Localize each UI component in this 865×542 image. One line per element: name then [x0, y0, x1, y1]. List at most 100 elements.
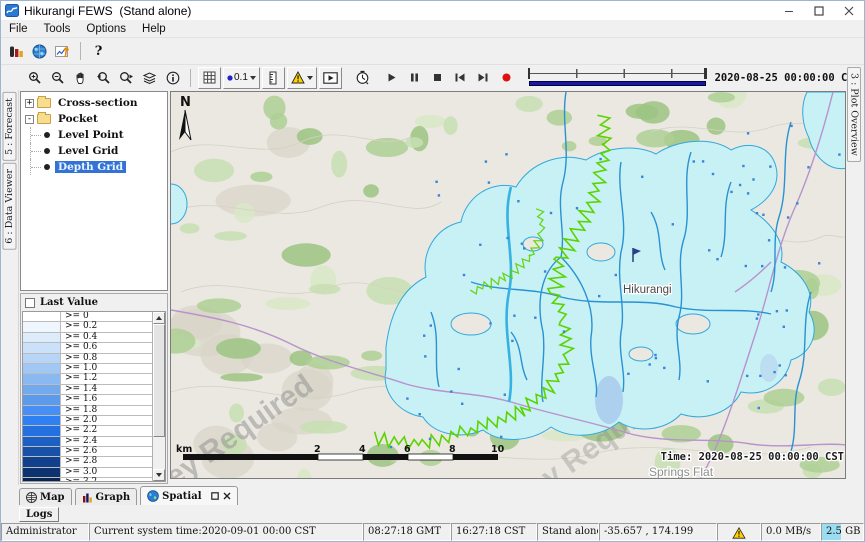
legend-color-swatch [23, 406, 61, 415]
skip-to-start-button[interactable] [449, 67, 472, 89]
scale-tick: 2 [314, 444, 321, 455]
tab-spatial[interactable]: Spatial [140, 486, 237, 505]
tab-data-viewer[interactable]: 6 : Data Viewer [3, 163, 17, 250]
timeline-end-handle[interactable] [704, 68, 707, 79]
time-step-clock-icon[interactable] [351, 67, 374, 89]
main-area: 5 : Forecast 6 : Data Viewer + Cross-sec… [1, 90, 864, 485]
tab-plot-overview[interactable]: 3 : Plot Overview [847, 67, 861, 162]
minimize-button[interactable] [774, 1, 804, 20]
toolbar-separator [190, 69, 191, 87]
legend-color-swatch [23, 312, 61, 321]
status-user: Administrator [1, 523, 89, 541]
warning-triangle-icon [291, 71, 305, 84]
legend-color-swatch [23, 468, 61, 477]
legend-color-swatch [23, 426, 61, 435]
threshold-dropdown[interactable]: 0.1 [223, 67, 260, 89]
scroll-track[interactable] [153, 324, 165, 469]
map-toolbar: 0.1 [1, 64, 864, 90]
tree-node-label: Cross-section [55, 97, 141, 109]
logs-button[interactable]: Logs [19, 507, 59, 522]
menu-file[interactable]: File [1, 21, 36, 37]
animation-display-button[interactable] [319, 67, 342, 89]
info-icon[interactable] [161, 67, 184, 89]
zoom-next-icon[interactable] [115, 67, 138, 89]
legend-row-label: >= 1.2 [61, 374, 97, 383]
statusbar: Administrator Current system time:2020-0… [1, 523, 864, 541]
last-value-checkbox[interactable] [25, 298, 35, 308]
app-logo-icon [5, 4, 19, 17]
play-button[interactable] [380, 67, 403, 89]
menu-help[interactable]: Help [134, 21, 174, 37]
map-globe-icon[interactable] [28, 40, 51, 62]
timeline-range-bar[interactable] [529, 81, 706, 86]
legend-color-swatch [23, 333, 61, 342]
globe-icon [26, 492, 37, 503]
map-canvas[interactable]: API Key Required API Key Required [170, 91, 846, 479]
collapse-icon[interactable]: - [25, 115, 34, 124]
close-button[interactable] [834, 1, 864, 20]
tab-graph[interactable]: Graph [75, 488, 138, 505]
right-tab-strip: 3 : Plot Overview [846, 90, 864, 485]
tree-node-label: Level Point [55, 129, 127, 141]
legend-row-label: >= 3.0 [61, 468, 97, 477]
record-button[interactable] [495, 67, 518, 89]
zoom-out-icon[interactable] [46, 67, 69, 89]
menubar: File Tools Options Help [1, 20, 864, 38]
status-local-time: 16:27:18 CST [451, 523, 537, 541]
tree-node-label: Level Grid [55, 145, 121, 157]
status-gmt-time: 08:27:18 GMT [363, 523, 451, 541]
tree-node-label: Depth Grid [55, 161, 126, 173]
warning-triangle-icon [732, 527, 746, 539]
tab-forecast[interactable]: 5 : Forecast [3, 92, 17, 161]
stop-button[interactable] [426, 67, 449, 89]
legend-scrollbar[interactable] [152, 312, 165, 481]
status-net-speed: 0.0 MB/s [761, 523, 821, 541]
legend-header: Last Value [21, 294, 167, 311]
scale-ruler-button[interactable] [262, 67, 285, 89]
toolbar-separator [80, 42, 81, 60]
tab-spatial-label: Spatial [162, 491, 201, 502]
pan-hand-icon[interactable] [69, 67, 92, 89]
left-panel: + Cross-section - Pocket Level Point [19, 90, 169, 485]
scroll-thumb[interactable] [153, 324, 165, 437]
legend-row-label: >= 1.4 [61, 385, 97, 394]
help-icon[interactable]: ? [87, 40, 110, 62]
legend-color-swatch [23, 395, 61, 404]
tab-map[interactable]: Map [19, 488, 72, 505]
expand-icon[interactable]: + [25, 99, 34, 108]
scale-unit: km [176, 444, 192, 455]
tree-node-depth-grid[interactable]: Depth Grid [21, 159, 167, 175]
pause-button[interactable] [403, 67, 426, 89]
zoom-previous-icon[interactable] [92, 67, 115, 89]
tree-node-cross-section[interactable]: + Cross-section [21, 95, 167, 111]
maximize-button[interactable] [804, 1, 834, 20]
tab-graph-label: Graph [96, 492, 131, 503]
timeline-slider[interactable] [528, 68, 707, 88]
map-time-label: Time: 2020-08-25 00:00:00 CST [661, 451, 844, 463]
scale-tick: 10 [491, 444, 505, 455]
timeseries-chart-icon[interactable] [51, 40, 74, 62]
legend-color-swatch [23, 416, 61, 425]
layers-icon[interactable] [138, 67, 161, 89]
legend-color-swatch [23, 322, 61, 331]
timeline-start-handle[interactable] [528, 68, 531, 79]
scroll-up-icon[interactable] [153, 312, 165, 324]
close-panel-icon[interactable] [223, 492, 231, 500]
thresholds-warning-dropdown[interactable] [287, 67, 317, 89]
menu-tools[interactable]: Tools [36, 21, 79, 37]
zoom-in-icon[interactable] [23, 67, 46, 89]
menu-options[interactable]: Options [78, 21, 134, 37]
skip-to-end-button[interactable] [472, 67, 495, 89]
bullet-icon [44, 164, 50, 170]
tree-node-pocket[interactable]: - Pocket [21, 111, 167, 127]
status-warning-cell[interactable] [717, 523, 761, 541]
threshold-dot-icon [227, 75, 233, 81]
tree-node-level-point[interactable]: Level Point [21, 127, 167, 143]
maximize-panel-icon[interactable] [211, 492, 219, 500]
database-display-icon[interactable] [5, 40, 28, 62]
tree-node-level-grid[interactable]: Level Grid [21, 143, 167, 159]
grid-display-button[interactable] [198, 67, 221, 89]
titlebar: Hikurangi FEWS (Stand alone) [1, 1, 864, 20]
display-tabs: Map Graph Spatial [1, 485, 864, 505]
scroll-down-icon[interactable] [153, 469, 165, 481]
